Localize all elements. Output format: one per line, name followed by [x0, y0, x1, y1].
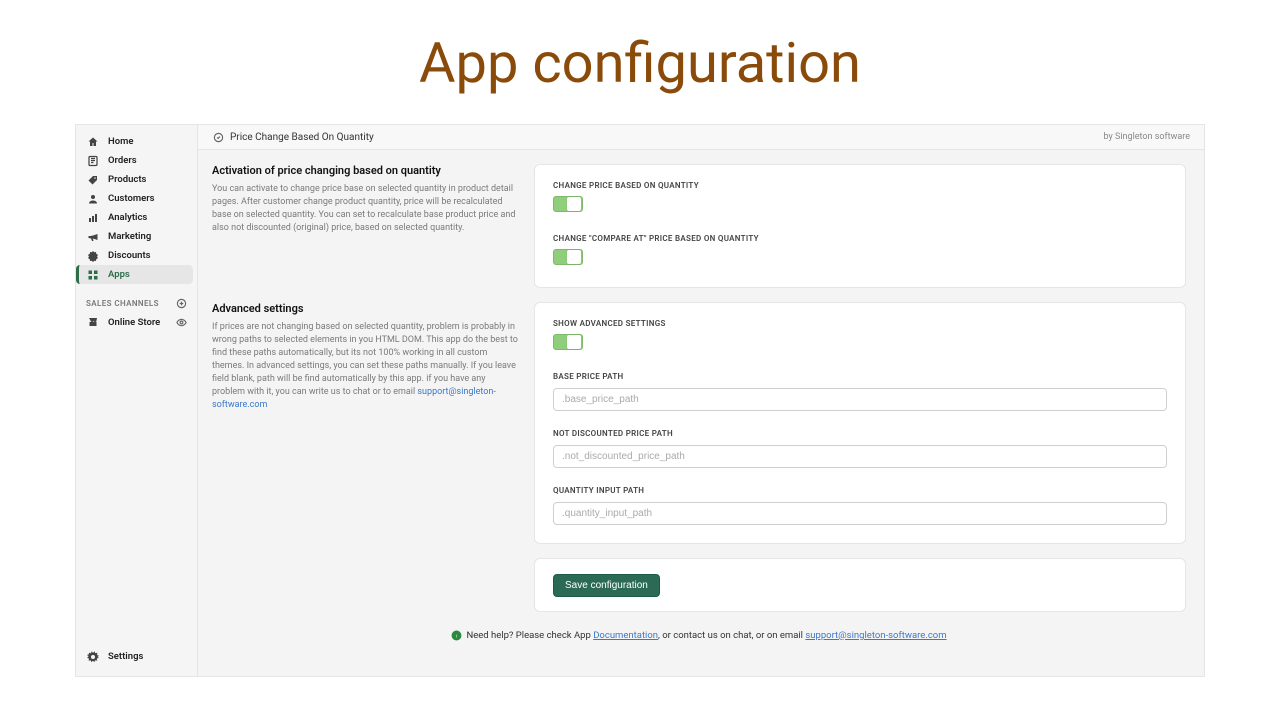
discount-icon [86, 249, 100, 263]
toggle-change-price[interactable] [553, 196, 583, 212]
app-badge-icon [212, 131, 224, 143]
sidebar-item-label: Customers [108, 193, 155, 204]
documentation-link[interactable]: Documentation [593, 630, 658, 641]
toggle-change-price-label: CHANGE PRICE BASED ON QUANTITY [553, 181, 1167, 190]
sidebar-item-label: Home [108, 136, 133, 147]
info-icon: i [451, 630, 462, 641]
sidebar-item-apps[interactable]: Apps [76, 265, 193, 284]
user-icon [86, 192, 100, 206]
topbar: Price Change Based On Quantity by Single… [198, 125, 1204, 150]
not-discounted-price-path-label: NOT DISCOUNTED PRICE PATH [553, 429, 1167, 438]
sidebar-item-orders[interactable]: Orders [76, 151, 193, 170]
sidebar-item-online-store[interactable]: Online Store [76, 313, 193, 332]
sidebar-item-label: Settings [108, 651, 143, 662]
quantity-input-path-label: QUANTITY INPUT PATH [553, 486, 1167, 495]
svg-text:i: i [456, 635, 457, 640]
by-label: by Singleton software [1104, 132, 1190, 142]
toggle-compare-at-label: CHANGE "COMPARE AT" PRICE BASED ON QUANT… [553, 234, 1167, 243]
toggle-show-advanced[interactable] [553, 334, 583, 350]
sidebar-section-sales-channels: SALES CHANNELS [76, 284, 193, 313]
content-area: Activation of price changing based on qu… [198, 150, 1204, 676]
base-price-path-input[interactable] [553, 388, 1167, 411]
store-icon [86, 315, 100, 329]
activation-card: CHANGE PRICE BASED ON QUANTITY CHANGE "C… [534, 164, 1186, 288]
sidebar-item-label: Orders [108, 155, 137, 166]
sidebar-section-label: SALES CHANNELS [86, 299, 159, 308]
activation-description-column: Activation of price changing based on qu… [212, 164, 520, 235]
gear-icon [86, 650, 100, 664]
sidebar-item-label: Discounts [108, 250, 151, 261]
help-footer: iNeed help? Please check App Documentati… [212, 626, 1186, 647]
activation-title: Activation of price changing based on qu… [212, 164, 520, 177]
save-card: Save configuration [534, 558, 1186, 612]
sidebar-item-settings[interactable]: Settings [76, 647, 193, 666]
base-price-path-label: BASE PRICE PATH [553, 372, 1167, 381]
page-title: App configuration [0, 0, 1280, 124]
orders-icon [86, 154, 100, 168]
footer-email-link[interactable]: support@singleton-software.com [805, 630, 946, 641]
sidebar-item-analytics[interactable]: Analytics [76, 208, 193, 227]
main-area: Price Change Based On Quantity by Single… [198, 125, 1204, 676]
sidebar-item-discounts[interactable]: Discounts [76, 246, 193, 265]
save-configuration-button[interactable]: Save configuration [553, 574, 660, 597]
sidebar-item-customers[interactable]: Customers [76, 189, 193, 208]
sidebar-item-products[interactable]: Products [76, 170, 193, 189]
sidebar-item-label: Analytics [108, 212, 147, 223]
apps-icon [86, 268, 100, 282]
tag-icon [86, 173, 100, 187]
advanced-title: Advanced settings [212, 302, 520, 315]
sidebar-item-label: Online Store [108, 317, 160, 328]
plus-circle-icon[interactable] [176, 298, 187, 309]
app-frame: Home Orders Products Customers Analytics… [75, 124, 1205, 677]
activation-desc: You can activate to change price base on… [212, 183, 520, 235]
sidebar-item-marketing[interactable]: Marketing [76, 227, 193, 246]
app-name: Price Change Based On Quantity [230, 132, 374, 143]
advanced-desc: If prices are not changing based on sele… [212, 321, 520, 412]
advanced-description-column: Advanced settings If prices are not chan… [212, 302, 520, 412]
sidebar-item-label: Apps [108, 269, 130, 280]
home-icon [86, 135, 100, 149]
advanced-card: SHOW ADVANCED SETTINGS BASE PRICE PATH N… [534, 302, 1186, 544]
not-discounted-price-path-input[interactable] [553, 445, 1167, 468]
quantity-input-path-input[interactable] [553, 502, 1167, 525]
toggle-compare-at[interactable] [553, 249, 583, 265]
toggle-show-advanced-label: SHOW ADVANCED SETTINGS [553, 319, 1167, 328]
chart-icon [86, 211, 100, 225]
sidebar-item-home[interactable]: Home [76, 132, 193, 151]
megaphone-icon [86, 230, 100, 244]
sidebar-item-label: Products [108, 174, 146, 185]
sidebar: Home Orders Products Customers Analytics… [76, 125, 198, 676]
eye-icon[interactable] [176, 317, 187, 328]
sidebar-item-label: Marketing [108, 231, 151, 242]
